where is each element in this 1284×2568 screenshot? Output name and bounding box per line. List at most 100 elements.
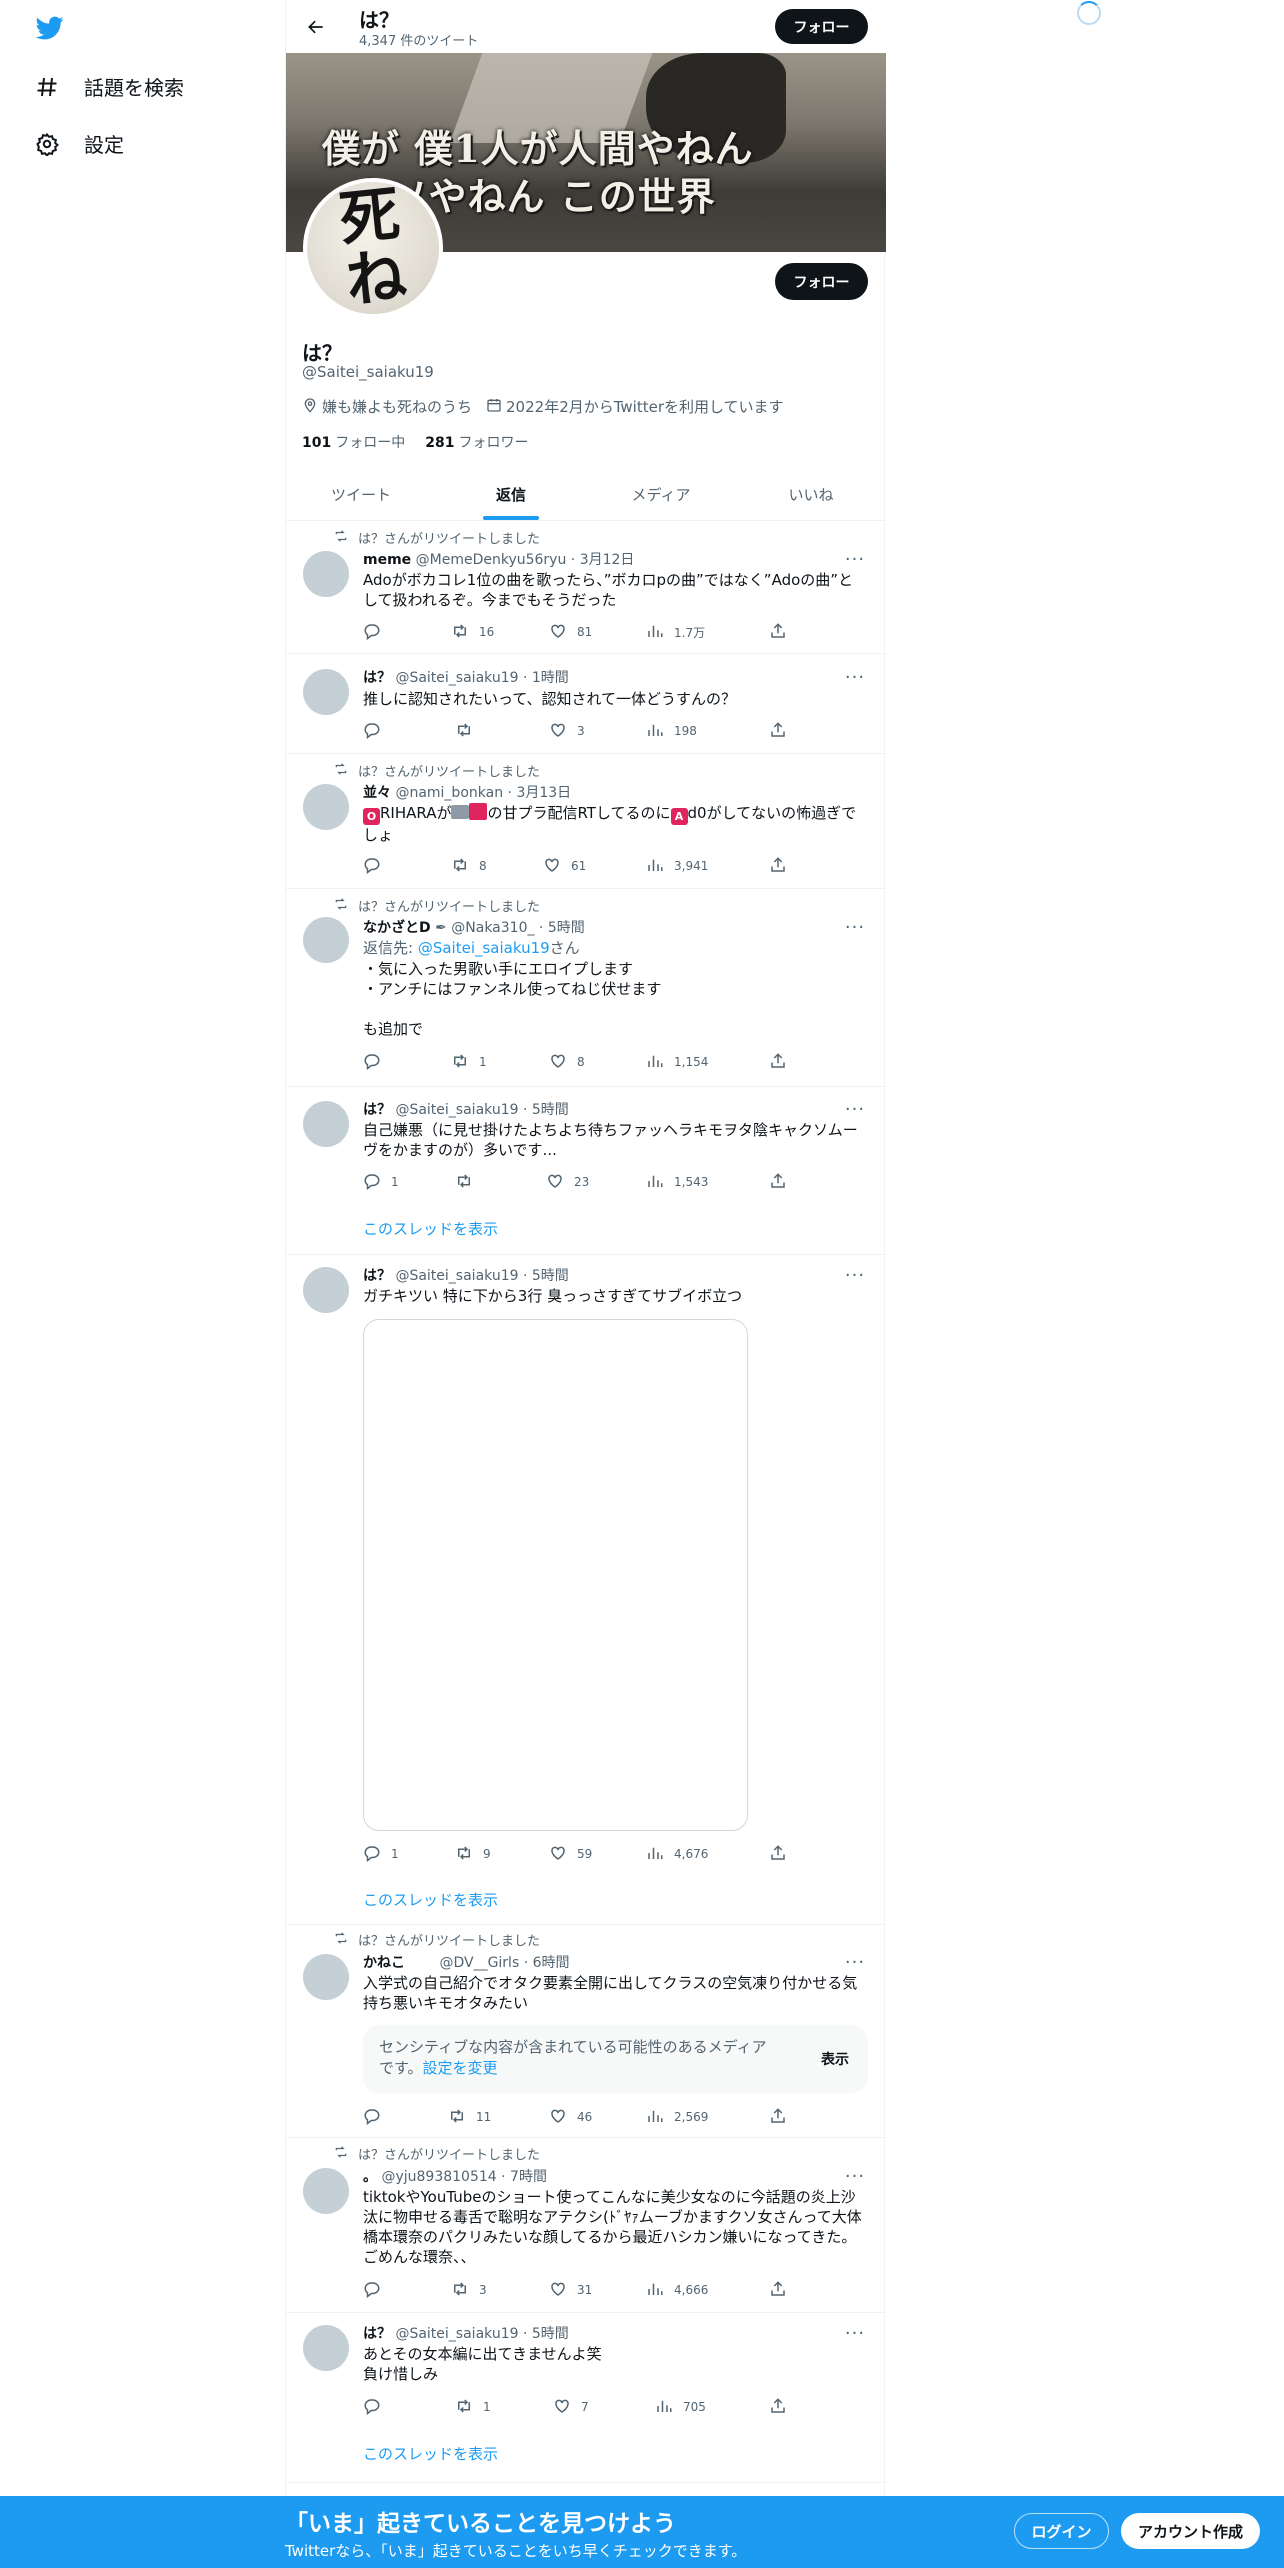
retweet-icon [455,721,473,742]
retweet-button[interactable]: 16 [451,621,494,643]
profile-avatar[interactable]: 死ね [303,178,443,318]
change-settings-link[interactable]: 設定を変更 [423,2059,498,2077]
tweet-media[interactable] [363,1319,748,1831]
share-button[interactable] [769,621,787,643]
tweet-text: 自己嫌悪（に見せ掛けたよちよち待ちファッヘラキモヲタ陰キャクソムーヴをかますのが… [363,1121,858,1159]
reply-button[interactable] [363,2106,391,2128]
tweet[interactable]: は？ @Saitei_saiaku19 · 5時間 ··· あとその女本編に出て… [286,2313,886,2483]
more-options-icon[interactable]: ··· [841,2323,869,2344]
like-button[interactable]: 23 [546,1171,589,1193]
avatar[interactable] [303,1101,349,1147]
avatar[interactable] [303,917,349,963]
following-link[interactable]: 101 フォロー中 [302,432,405,452]
avatar[interactable] [303,669,349,715]
retweet-button[interactable]: 3 [451,2279,487,2301]
show-thread-link[interactable]: このスレッドを表示 [363,1889,498,1910]
views-button[interactable]: 1.7万 [646,621,705,643]
reply-to-link[interactable]: @Saitei_saiaku19 [418,939,550,957]
tweet[interactable]: は？さんがリツイートしました meme @MemeDenkyu56ryu · 3… [286,521,886,654]
share-button[interactable] [769,2106,787,2128]
more-options-icon[interactable]: ··· [841,667,869,688]
retweet-button[interactable] [455,1171,483,1193]
tab-likes[interactable]: いいね [736,468,886,520]
reply-button[interactable] [363,621,391,643]
like-button[interactable]: 8 [549,1051,585,1073]
share-icon [769,622,787,643]
avatar[interactable] [303,2325,349,2371]
retweet-button[interactable]: 11 [448,2106,491,2128]
show-media-button[interactable]: 表示 [821,2049,849,2069]
like-button[interactable]: 59 [549,1843,592,1865]
views-button[interactable]: 1,154 [646,1051,708,1073]
reply-button[interactable]: 1 [363,1843,399,1865]
avatar[interactable] [303,1954,349,2000]
views-button[interactable]: 2,569 [646,2106,708,2128]
more-options-icon[interactable]: ··· [841,549,869,570]
tweet[interactable]: は？さんがリツイートしました 。 @yju893810514 · 7時間 ···… [286,2138,886,2313]
like-button[interactable]: 7 [553,2396,589,2418]
share-button[interactable] [769,1171,787,1193]
reply-button[interactable] [363,1051,391,1073]
share-button[interactable] [769,720,787,742]
retweet-button[interactable]: 9 [455,1843,491,1865]
like-button[interactable]: 81 [549,621,592,643]
tweet[interactable]: は？さんがリツイートしました 並々 @nami_bonkan · 3月13日 O… [286,754,886,889]
reply-button[interactable] [363,855,391,877]
more-options-icon[interactable]: ··· [841,1099,869,1120]
nav-explore[interactable]: 話題を検索 [34,72,184,101]
retweet-button[interactable]: 1 [451,1051,487,1073]
avatar[interactable] [303,551,349,597]
views-button[interactable]: 1,543 [646,1171,708,1193]
signup-button[interactable]: アカウント作成 [1121,2513,1260,2549]
avatar[interactable] [303,784,349,830]
more-options-icon[interactable]: ··· [841,1265,869,1286]
retweet-button[interactable]: 1 [455,2396,491,2418]
tweet[interactable]: は？ @Saitei_saiaku19 · 5時間 ··· 自己嫌悪（に見せ掛け… [286,1087,886,1255]
share-button[interactable] [769,1843,787,1865]
views-button[interactable]: 3,941 [646,855,708,877]
reply-button[interactable] [363,720,391,742]
analytics-icon [646,1172,664,1193]
more-options-icon[interactable]: ··· [841,1952,869,1973]
share-button[interactable] [769,2396,787,2418]
header-follow-button[interactable]: フォロー [775,9,868,44]
share-button[interactable] [769,855,787,877]
like-button[interactable]: 3 [549,720,585,742]
show-thread-link[interactable]: このスレッドを表示 [363,1218,498,1239]
reply-button[interactable] [363,2279,391,2301]
follow-button[interactable]: フォロー [775,263,868,300]
retweet-button[interactable]: 8 [451,855,487,877]
more-options-icon[interactable]: ··· [841,2166,869,2187]
tab-tweets[interactable]: ツイート [286,468,436,520]
avatar[interactable] [303,1267,349,1313]
nav-settings[interactable]: 設定 [34,129,124,158]
followers-link[interactable]: 281 フォロワー [425,432,528,452]
more-options-icon[interactable]: ··· [841,917,869,938]
back-arrow-icon[interactable] [300,12,332,42]
tweet[interactable]: は？ @Saitei_saiaku19 · 5時間 ··· ガチキツい 特に下か… [286,1255,886,1925]
retweet-button[interactable] [455,720,483,742]
share-button[interactable] [769,2279,787,2301]
views-button[interactable]: 4,666 [646,2279,708,2301]
share-button[interactable] [769,1051,787,1073]
avatar[interactable] [303,2168,349,2214]
views-button[interactable]: 198 [646,720,697,742]
twitter-logo-icon[interactable] [34,14,66,42]
show-thread-link[interactable]: このスレッドを表示 [363,2443,498,2464]
login-button[interactable]: ログイン [1014,2513,1109,2549]
location-icon [302,397,318,417]
reply-button[interactable]: 1 [363,1171,399,1193]
views-button[interactable]: 4,676 [646,1843,708,1865]
tweet[interactable]: は？ @Saitei_saiaku19 · 1時間 ··· 推しに認知されたいっ… [286,654,886,754]
like-button[interactable]: 31 [549,2279,592,2301]
tweet[interactable]: は？さんがリツイートしました かねこ @DV__Girls · 6時間 ··· … [286,1925,886,2138]
views-button[interactable]: 705 [655,2396,706,2418]
reply-button[interactable] [363,2396,391,2418]
tab-replies[interactable]: 返信 [436,468,586,520]
like-button[interactable]: 61 [543,855,586,877]
tab-media[interactable]: メディア [586,468,736,520]
tweet-actions: 1 8 1,154 [363,1051,793,1073]
gear-icon [34,131,60,157]
like-button[interactable]: 46 [549,2106,592,2128]
tweet[interactable]: は？さんがリツイートしました なかざとD ✒ @Naka310_ · 5時間 ·… [286,889,886,1087]
